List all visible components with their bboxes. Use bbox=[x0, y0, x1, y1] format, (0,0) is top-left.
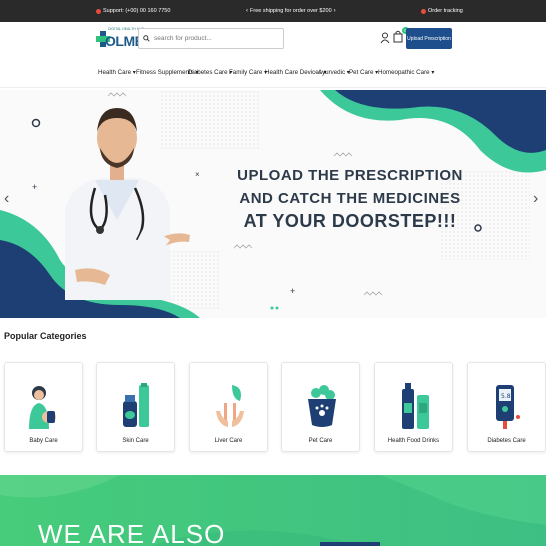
hero-line-2: AND CATCH THE MEDICINES bbox=[239, 190, 461, 207]
category-card-liver-care[interactable]: Liver Care bbox=[189, 362, 268, 452]
about-banner-heading: WE ARE ALSO bbox=[38, 519, 226, 546]
search-icon[interactable] bbox=[143, 35, 150, 42]
nav-item-pet-care[interactable]: Pet Care ▾ bbox=[349, 69, 378, 76]
category-label: Baby Care bbox=[29, 438, 58, 444]
hero-line-1: UPLOAD THE PRESCRIPTION bbox=[237, 167, 463, 184]
upload-prescription-button[interactable]: Upload Prescription bbox=[406, 28, 452, 49]
category-card-diabetes-care[interactable]: 5.8 Diabetes Care bbox=[467, 362, 546, 452]
glucometer-icon: 5.8 bbox=[496, 385, 520, 429]
hero-line-3: AT YOUR DOORSTEP!!! bbox=[243, 211, 457, 231]
category-card-baby-care[interactable]: Baby Care bbox=[4, 362, 83, 452]
order-tracking-text: Order tracking bbox=[428, 8, 463, 14]
pet-food-icon bbox=[308, 385, 336, 427]
nav-item-homeopathic-care[interactable]: Homeopathic Care ▾ bbox=[378, 69, 434, 76]
nav-item-ayurvedic[interactable]: Ayurvedic ▾ bbox=[318, 69, 350, 76]
category-card-health-food-drinks[interactable]: Health Food Drinks bbox=[374, 362, 453, 452]
carousel-next-icon[interactable]: › bbox=[533, 190, 538, 208]
skin-care-icon bbox=[123, 383, 149, 427]
phone-icon bbox=[96, 8, 101, 14]
nav-item-health-care[interactable]: Health Care ▾ bbox=[98, 69, 136, 76]
top-bar: Support: (+00) 00 160 7750 ‹ Free shippi… bbox=[0, 0, 546, 22]
user-account-icon[interactable] bbox=[380, 32, 390, 44]
cart-button[interactable]: 0 bbox=[393, 27, 409, 45]
hero-banner: + + × × UPLOAD THE PRESCRIPTION AND CATC… bbox=[0, 90, 546, 318]
search-box[interactable] bbox=[138, 28, 284, 49]
promo-text: Free shipping for order over $200 bbox=[250, 8, 332, 14]
liver-care-icon bbox=[216, 385, 244, 427]
category-label: Diabetes Care bbox=[487, 438, 526, 444]
category-label: Health Food Drinks bbox=[387, 438, 440, 444]
site-logo[interactable]: DIGITAL HEALTH HUB OLMED bbox=[96, 27, 154, 53]
about-banner: WE ARE ALSO bbox=[0, 475, 546, 546]
main-nav: Health Care ▾ Fitness Supplements ▾ Diab… bbox=[0, 60, 546, 88]
category-card-pet-care[interactable]: Pet Care bbox=[281, 362, 360, 452]
hero-headline: UPLOAD THE PRESCRIPTION AND CATCH THE ME… bbox=[225, 164, 475, 233]
promo-info: ‹ Free shipping for order over $200 › bbox=[246, 8, 336, 14]
search-input[interactable] bbox=[154, 35, 274, 42]
chevron-right-icon[interactable]: › bbox=[334, 8, 336, 14]
support-info: Support: (+00) 00 160 7750 bbox=[96, 8, 170, 14]
svg-text:+: + bbox=[290, 286, 295, 296]
svg-text:+: + bbox=[32, 182, 37, 192]
category-card-skin-care[interactable]: Skin Care bbox=[96, 362, 175, 452]
chevron-left-icon[interactable]: ‹ bbox=[246, 8, 248, 14]
location-pin-icon bbox=[421, 8, 426, 14]
upload-prescription-label: Upload Prescription bbox=[407, 35, 451, 42]
category-label: Skin Care bbox=[122, 438, 149, 444]
category-label: Pet Care bbox=[308, 438, 333, 444]
nav-item-family-care[interactable]: Family Care ▾ bbox=[229, 69, 267, 76]
svg-text:×: × bbox=[195, 170, 200, 179]
support-text: Support: (+00) 00 160 7750 bbox=[103, 8, 171, 14]
order-tracking-link[interactable]: Order tracking bbox=[421, 8, 463, 14]
carousel-prev-icon[interactable]: ‹ bbox=[4, 190, 9, 208]
doctor-image bbox=[65, 108, 190, 300]
nav-item-diabetes-care[interactable]: Diabetes Care ▾ bbox=[188, 69, 232, 76]
svg-text:5.8: 5.8 bbox=[501, 393, 511, 400]
health-drink-icon bbox=[402, 383, 429, 429]
section-title: Popular Categories bbox=[4, 331, 87, 341]
category-label: Liver Care bbox=[214, 438, 243, 444]
baby-icon bbox=[29, 386, 56, 429]
